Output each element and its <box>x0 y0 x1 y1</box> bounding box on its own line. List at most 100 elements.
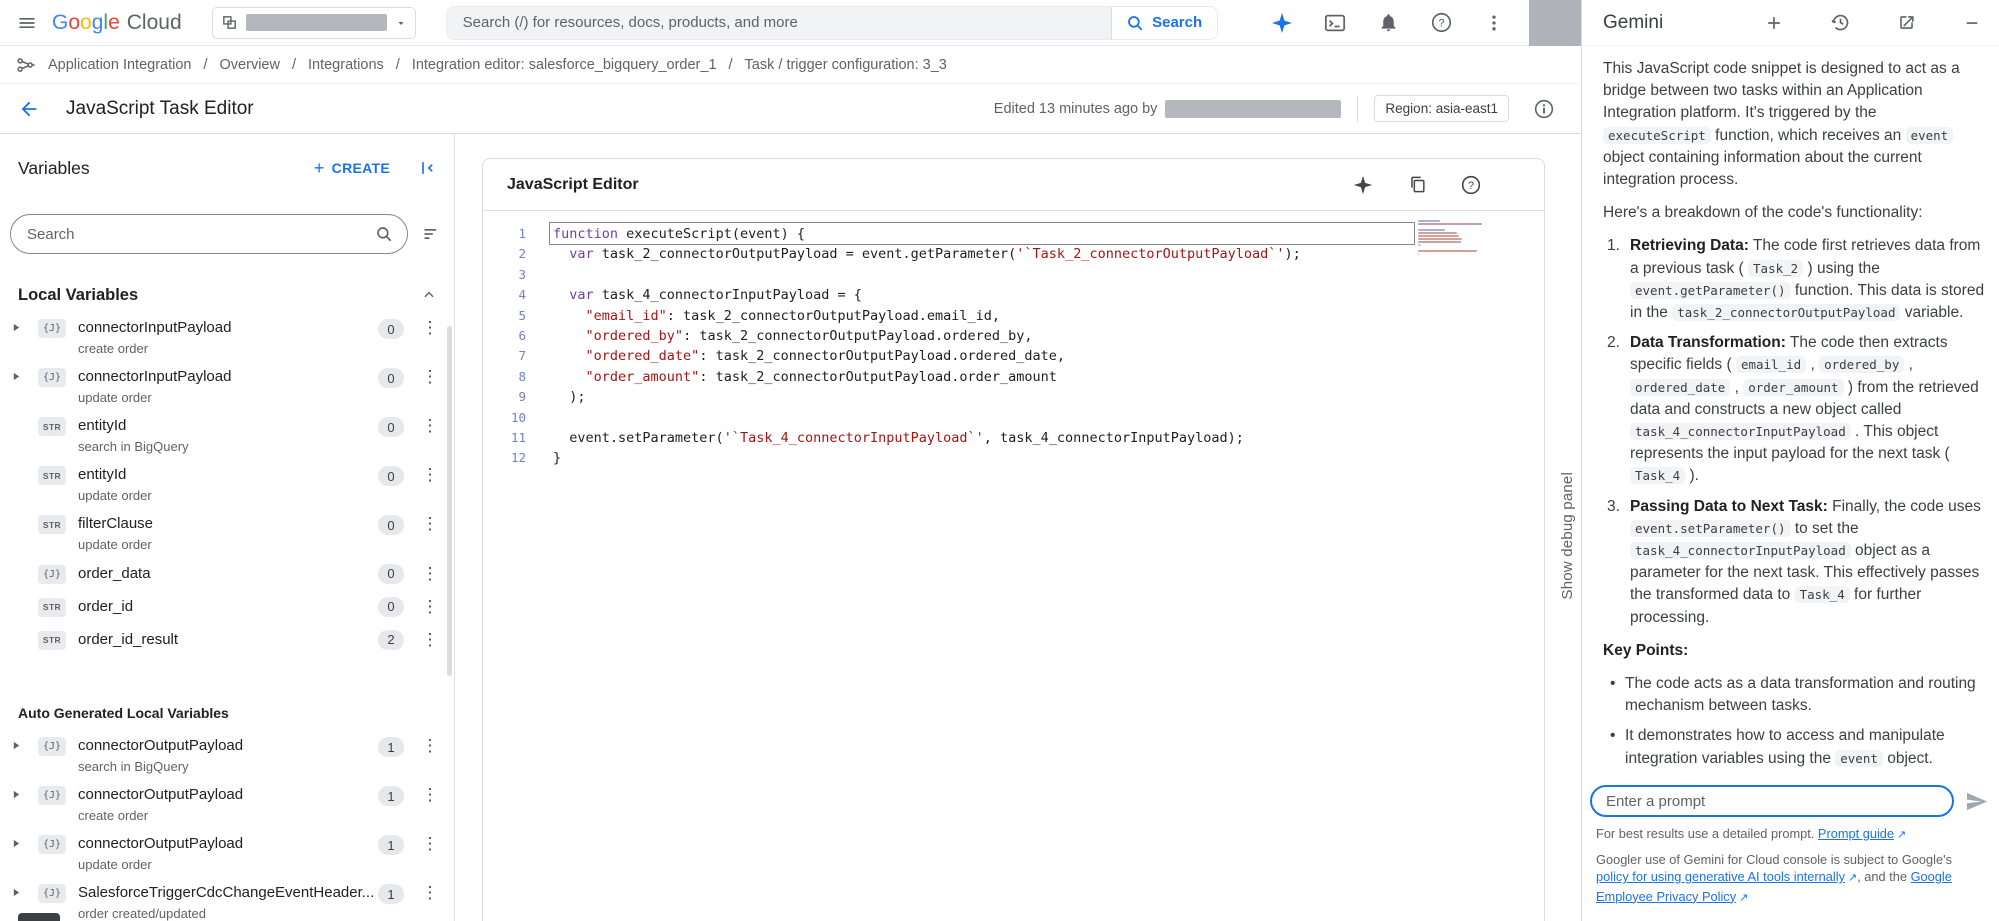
variable-row[interactable]: {J}connectorOutputPayloadupdate order1⋮ <box>0 828 454 877</box>
logo-letter: o <box>80 11 92 34</box>
variable-type-badge: STR <box>38 417 66 436</box>
breadcrumb-item[interactable]: Integration editor: salesforce_bigquery_… <box>412 57 717 73</box>
variable-row[interactable]: {J}connectorInputPayloadcreate order0⋮ <box>0 312 454 361</box>
expand-arrow-icon[interactable] <box>12 367 38 381</box>
variable-row[interactable]: {J}connectorOutputPayloadsearch in BigQu… <box>0 730 454 779</box>
code-line[interactable]: 6 "ordered_by": task_2_connectorOutputPa… <box>483 326 1544 346</box>
content-row: Variables + CREATE <box>0 134 1581 921</box>
info-icon[interactable] <box>1531 96 1557 122</box>
variable-row[interactable]: {J}SalesforceTriggerCdcChangeEventHeader… <box>0 877 454 921</box>
more-options-icon[interactable]: ⋮ <box>420 318 440 338</box>
variable-name: connectorInputPayload <box>78 367 378 386</box>
variable-row[interactable]: STRentityIdsearch in BigQuery0⋮ <box>0 410 454 459</box>
code-text: "order_amount": task_2_connectorOutputPa… <box>526 367 1057 387</box>
variable-row[interactable]: {J}connectorOutputPayloadcreate order1⋮ <box>0 779 454 828</box>
variable-row[interactable]: {J}order_data0⋮ <box>0 557 454 590</box>
more-options-icon[interactable]: ⋮ <box>420 736 440 756</box>
more-options-icon[interactable]: ⋮ <box>420 564 440 584</box>
code-line[interactable]: 1function executeScript(event) { <box>483 224 1544 244</box>
project-selector[interactable] <box>212 7 416 39</box>
show-debug-panel-toggle[interactable]: Show debug panel <box>1559 472 1576 599</box>
expand-arrow-icon[interactable] <box>12 785 38 799</box>
more-options-icon[interactable]: ⋮ <box>420 367 440 387</box>
expand-arrow-icon[interactable] <box>12 736 38 750</box>
chevron-up-icon[interactable] <box>422 288 436 302</box>
variable-row[interactable]: STRorder_id0⋮ <box>0 590 454 623</box>
more-options-icon[interactable]: ⋮ <box>420 514 440 534</box>
sort-icon[interactable] <box>422 224 442 244</box>
create-variable-button[interactable]: + CREATE <box>314 158 390 179</box>
code-line[interactable]: 10 <box>483 408 1544 428</box>
more-options-icon[interactable]: ⋮ <box>420 883 440 903</box>
more-options-icon[interactable] <box>1481 10 1507 36</box>
code-line[interactable]: 4 var task_4_connectorInputPayload = { <box>483 285 1544 305</box>
more-options-icon[interactable]: ⋮ <box>420 416 440 436</box>
notifications-icon[interactable] <box>1375 10 1401 36</box>
send-icon[interactable] <box>1963 788 1989 814</box>
code-line[interactable]: 8 "order_amount": task_2_connectorOutput… <box>483 367 1544 387</box>
back-arrow-icon[interactable] <box>16 96 42 122</box>
search-field <box>447 7 1111 39</box>
expand-arrow-icon[interactable] <box>12 883 38 897</box>
more-options-icon[interactable]: ⋮ <box>420 465 440 485</box>
copy-icon[interactable] <box>1404 172 1430 198</box>
code-line[interactable]: 2 var task_2_connectorOutputPayload = ev… <box>483 244 1544 264</box>
cloud-shell-icon[interactable] <box>1322 10 1348 36</box>
variable-count-badge: 2 <box>378 630 404 650</box>
more-options-icon[interactable]: ⋮ <box>420 630 440 650</box>
code-editor[interactable]: 1function executeScript(event) {2 var ta… <box>483 211 1544 921</box>
text-run: Passing Data to Next Task: <box>1630 498 1828 515</box>
breadcrumb-item[interactable]: Overview <box>220 57 280 73</box>
more-options-icon[interactable]: ⋮ <box>420 785 440 805</box>
expand-arrow-icon[interactable] <box>12 318 38 332</box>
variable-row[interactable]: STRentityIdupdate order0⋮ <box>0 459 454 508</box>
gemini-paragraph: Key Points: <box>1603 640 1987 662</box>
redacted-avatar[interactable] <box>1529 0 1581 46</box>
variable-search-input[interactable] <box>27 226 375 243</box>
gemini-footer: For best results use a detailed prompt. … <box>1582 822 1999 921</box>
variable-count-badge: 0 <box>378 597 404 617</box>
breadcrumb-item[interactable]: Application Integration <box>48 57 192 73</box>
gemini-numbered-list: 1.Retrieving Data: The code first retrie… <box>1607 235 1987 628</box>
code-line[interactable]: 3 <box>483 265 1544 285</box>
variable-row[interactable]: {J}connectorInputPayloadupdate order0⋮ <box>0 361 454 410</box>
variable-count-badge: 1 <box>378 786 404 806</box>
open-in-new-icon[interactable] <box>1893 10 1919 36</box>
variable-row[interactable]: STRfilterClauseupdate order0⋮ <box>0 508 454 557</box>
gemini-spark-icon[interactable] <box>1269 10 1295 36</box>
more-options-icon[interactable]: ⋮ <box>420 597 440 617</box>
history-icon[interactable] <box>1827 10 1853 36</box>
code-line[interactable]: 9 ); <box>483 387 1544 407</box>
search-button[interactable]: Search <box>1111 7 1217 39</box>
prompt-input[interactable] <box>1590 785 1954 817</box>
breadcrumb-item[interactable]: Integrations <box>308 57 384 73</box>
gemini-header: Gemini <box>1582 0 1999 46</box>
ai-spark-icon[interactable] <box>1350 172 1376 198</box>
page-header: JavaScript Task Editor Edited 13 minutes… <box>0 84 1581 134</box>
code-line[interactable]: 11 event.setParameter('`Task_4_connector… <box>483 428 1544 448</box>
code-line[interactable]: 7 "ordered_date": task_2_connectorOutput… <box>483 346 1544 366</box>
sidebar-scrollbar[interactable] <box>447 326 452 676</box>
minimize-icon[interactable] <box>1959 10 1985 36</box>
link[interactable]: Prompt guide↗ <box>1818 826 1906 841</box>
code-line[interactable]: 5 "email_id": task_2_connectorOutputPayl… <box>483 306 1544 326</box>
caret-down-icon <box>395 17 407 29</box>
help-icon[interactable]: ? <box>1458 172 1484 198</box>
expand-arrow-icon[interactable] <box>12 834 38 848</box>
collapse-panel-icon[interactable] <box>418 158 438 178</box>
more-options-icon[interactable]: ⋮ <box>420 834 440 854</box>
list-marker: 1. <box>1607 235 1630 324</box>
search-input[interactable] <box>463 14 1095 31</box>
region-chip[interactable]: Region: asia-east1 <box>1374 95 1509 122</box>
plus-icon[interactable] <box>1761 10 1787 36</box>
code-line[interactable]: 12} <box>483 448 1544 468</box>
code-token: ); <box>1285 246 1301 262</box>
variable-row[interactable]: STRorder_id_result2⋮ <box>0 623 454 656</box>
plus-icon: + <box>314 158 325 179</box>
help-icon[interactable]: ? <box>1428 10 1454 36</box>
inline-code: task_2_connectorOutputPayload <box>1672 304 1900 321</box>
link[interactable]: policy for using generative AI tools int… <box>1596 869 1857 884</box>
variable-count-badge: 0 <box>378 417 404 437</box>
menu-icon[interactable] <box>14 10 40 36</box>
inline-code: task_4_connectorInputPayload <box>1630 423 1851 440</box>
